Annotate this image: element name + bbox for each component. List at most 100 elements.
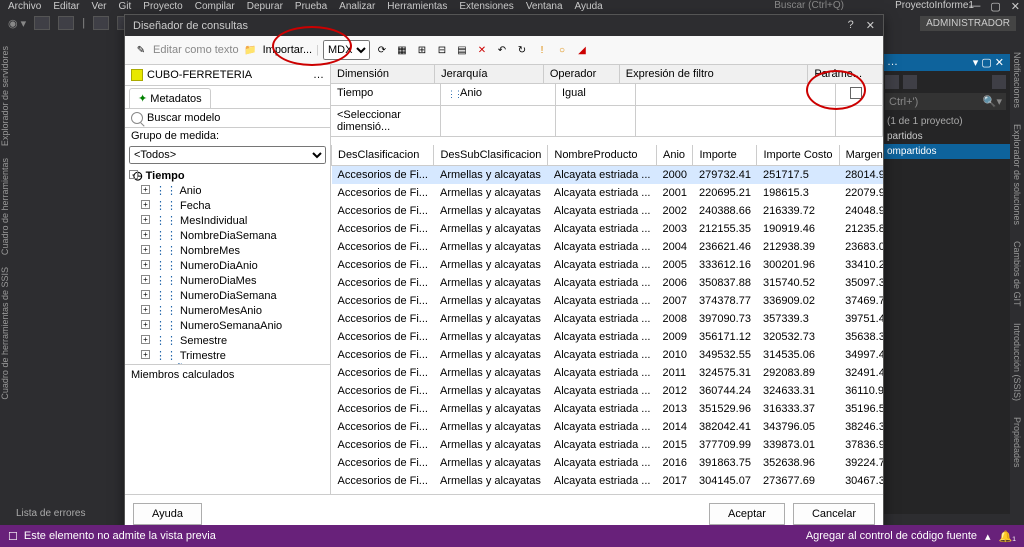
table-row[interactable]: Accesorios de Fi...Armellas y alcayatasA… <box>332 292 884 310</box>
tb-icon[interactable]: ⊞ <box>414 42 430 58</box>
column-header[interactable]: DesClasificacion <box>332 145 434 166</box>
measure-group-select[interactable]: <Todos> <box>129 146 326 164</box>
tree-node[interactable]: +⋮⋮ Semestre <box>125 333 330 348</box>
edit-as-text-button[interactable]: ✎ <box>133 42 149 58</box>
filter-cell-jer[interactable] <box>441 106 556 136</box>
toolbar-icon[interactable] <box>93 16 109 30</box>
filter-cell-dim[interactable]: <Seleccionar dimensió... <box>331 106 441 136</box>
help-button[interactable]: Ayuda <box>133 503 202 525</box>
tb-icon[interactable]: ✕ <box>474 42 490 58</box>
menu-ayuda[interactable]: Ayuda <box>575 1 603 12</box>
column-header[interactable]: DesSubClasificacion <box>434 145 548 166</box>
menu-archivo[interactable]: Archivo <box>8 1 41 12</box>
dock-tab[interactable]: Cuadro de herramientas de SSIS <box>0 261 10 406</box>
import-button[interactable]: 📁 <box>243 42 259 58</box>
filter-cell-op[interactable] <box>556 106 636 136</box>
column-header[interactable]: Margen Bruto <box>839 145 883 166</box>
filter-cell-exp[interactable] <box>636 106 836 136</box>
maximize-icon[interactable]: ▢ <box>990 0 1000 13</box>
dock-tab[interactable]: Introducción (SSIS) <box>1012 319 1022 405</box>
table-row[interactable]: Accesorios de Fi...Armellas y alcayatasA… <box>332 274 884 292</box>
ok-button[interactable]: Aceptar <box>709 503 785 525</box>
tb-icon[interactable]: ▤ <box>454 42 470 58</box>
menu-proyecto[interactable]: Proyecto <box>143 1 182 12</box>
dock-tab[interactable]: Cambios de GIT <box>1012 237 1022 311</box>
menu-prueba[interactable]: Prueba <box>295 1 327 12</box>
dock-tab[interactable]: Propiedades <box>1012 413 1022 472</box>
tree-node[interactable]: +⋮⋮ Anio <box>125 183 330 198</box>
table-row[interactable]: Accesorios de Fi...Armellas y alcayatasA… <box>332 382 884 400</box>
tb-icon[interactable]: ↶ <box>494 42 510 58</box>
menu-ver[interactable]: Ver <box>91 1 106 12</box>
dock-tab[interactable]: Explorador de servidores <box>0 40 10 152</box>
filter-cell-par[interactable] <box>836 84 883 105</box>
solution-item[interactable]: ompartidos <box>881 144 1010 159</box>
table-row[interactable]: Accesorios de Fi...Armellas y alcayatasA… <box>332 472 884 490</box>
column-header[interactable]: Anio <box>656 145 692 166</box>
tree-node[interactable]: +⋮⋮ Trimestre <box>125 348 330 363</box>
filter-cell-jer[interactable]: Anio <box>441 84 556 105</box>
help-icon[interactable]: ? <box>848 19 854 32</box>
tb-icon[interactable]: ○ <box>554 42 570 58</box>
tree-node[interactable]: +⋮⋮ NombreDiaSemana <box>125 228 330 243</box>
tree-node[interactable]: +⋮⋮ NumeroDiaSemana <box>125 288 330 303</box>
error-list-tab[interactable]: Lista de errores <box>16 508 85 519</box>
close-icon[interactable]: ✕ <box>866 19 875 32</box>
tree-node[interactable]: +⋮⋮ Fecha <box>125 198 330 213</box>
tree-node[interactable]: -◷ Tiempo <box>125 168 330 183</box>
tree-node[interactable]: +⋮⋮ MesIndividual <box>125 213 330 228</box>
solution-search[interactable]: Ctrl+') <box>889 96 918 108</box>
cancel-button[interactable]: Cancelar <box>793 503 875 525</box>
dock-tab[interactable]: Cuadro de herramientas <box>0 152 10 261</box>
tree-node[interactable]: +▲ AÑO-FECHA <box>125 363 330 364</box>
tb-icon[interactable]: ⟳ <box>374 42 390 58</box>
metadata-tab[interactable]: ✦ Metadatos <box>129 88 211 108</box>
dock-tab[interactable]: Notificaciones <box>1012 48 1022 112</box>
filter-cell-dim[interactable]: Tiempo <box>331 84 441 105</box>
notification-icon[interactable]: 🔔₁ <box>999 530 1016 543</box>
table-row[interactable]: Accesorios de Fi...Armellas y alcayatasA… <box>332 220 884 238</box>
tb-icon[interactable]: ◢ <box>574 42 590 58</box>
tree-node[interactable]: +⋮⋮ NumeroDiaAnio <box>125 258 330 273</box>
minimize-icon[interactable]: — <box>969 0 980 13</box>
tree-node[interactable]: +⋮⋮ NombreMes <box>125 243 330 258</box>
tree-node[interactable]: +⋮⋮ NumeroMesAnio <box>125 303 330 318</box>
wrench-icon[interactable] <box>903 75 917 89</box>
table-row[interactable]: Accesorios de Fi...Armellas y alcayatasA… <box>332 454 884 472</box>
dock-tab[interactable]: Explorador de soluciones <box>1012 120 1022 229</box>
table-row[interactable]: Accesorios de Fi...Armellas y alcayatasA… <box>332 328 884 346</box>
table-row[interactable]: Accesorios de Fi...Armellas y alcayatasA… <box>332 184 884 202</box>
tb-icon[interactable]: ▦ <box>394 42 410 58</box>
tree-node[interactable]: +⋮⋮ NumeroSemanaAnio <box>125 318 330 333</box>
column-header[interactable]: Importe Costo <box>757 145 839 166</box>
filter-cell-par[interactable] <box>836 106 883 136</box>
solution-item[interactable]: partidos <box>881 129 1010 144</box>
table-row[interactable]: Accesorios de Fi...Armellas y alcayatasA… <box>332 418 884 436</box>
toolbar-icon[interactable] <box>58 16 74 30</box>
menu-editar[interactable]: Editar <box>53 1 79 12</box>
table-row[interactable]: Accesorios de Fi...Armellas y alcayatasA… <box>332 364 884 382</box>
filter-cell-op[interactable]: Igual <box>556 84 636 105</box>
menu-extensiones[interactable]: Extensiones <box>459 1 513 12</box>
language-select[interactable]: MDX <box>323 40 370 60</box>
filter-cell-exp[interactable] <box>636 84 836 105</box>
home-icon[interactable] <box>885 75 899 89</box>
column-header[interactable]: Importe <box>693 145 757 166</box>
toolbar-icon[interactable] <box>34 16 50 30</box>
column-header[interactable]: NombreProducto <box>548 145 657 166</box>
table-row[interactable]: Accesorios de Fi...Armellas y alcayatasA… <box>332 346 884 364</box>
tb-icon[interactable]: ⊟ <box>434 42 450 58</box>
tb-icon[interactable]: ! <box>534 42 550 58</box>
table-row[interactable]: Accesorios de Fi...Armellas y alcayatasA… <box>332 256 884 274</box>
menu-analizar[interactable]: Analizar <box>339 1 375 12</box>
menu-ventana[interactable]: Ventana <box>526 1 563 12</box>
menu-herramientas[interactable]: Herramientas <box>387 1 447 12</box>
table-row[interactable]: Accesorios de Fi...Armellas y alcayatasA… <box>332 238 884 256</box>
tb-icon[interactable]: ↻ <box>514 42 530 58</box>
tree-node[interactable]: +⋮⋮ NumeroDiaMes <box>125 273 330 288</box>
table-row[interactable]: Accesorios de Fi...Armellas y alcayatasA… <box>332 166 884 185</box>
source-control-button[interactable]: Agregar al control de código fuente <box>806 530 977 542</box>
table-row[interactable]: Accesorios de Fi...Armellas y alcayatasA… <box>332 436 884 454</box>
search-box[interactable]: Buscar (Ctrl+Q) <box>774 0 844 11</box>
menu-depurar[interactable]: Depurar <box>247 1 283 12</box>
